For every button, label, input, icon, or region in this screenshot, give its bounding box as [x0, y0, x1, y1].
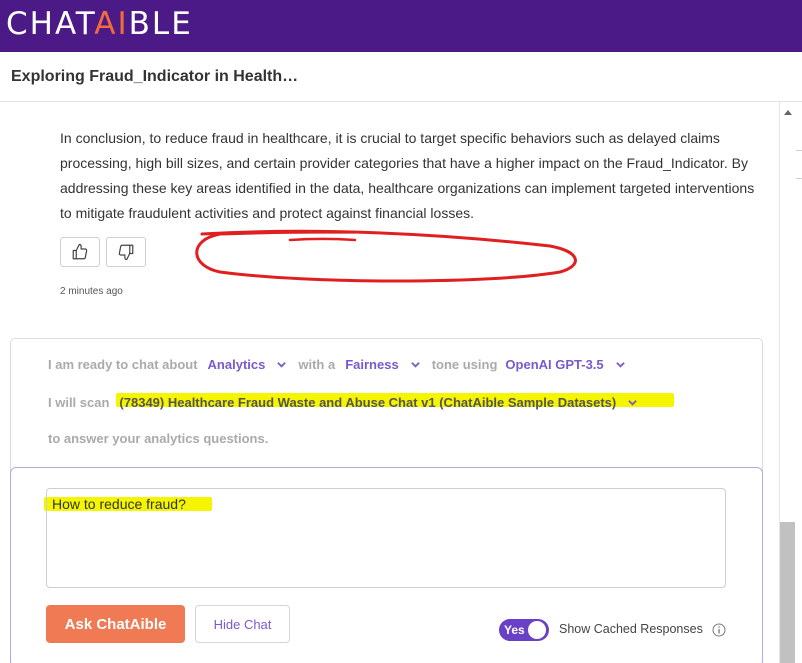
config-suffix-row: to answer your analytics questions. [48, 431, 268, 446]
toggle-label: Yes [504, 623, 525, 637]
feedback-buttons [60, 237, 146, 267]
chevron-down-icon[interactable] [615, 360, 625, 369]
config-suffix-text: to answer your analytics questions. [48, 431, 269, 446]
top-bar: CHATAIBLE [0, 0, 802, 52]
model-select[interactable]: OpenAI GPT-3.5 [505, 357, 603, 372]
thumbs-down-icon [118, 244, 134, 261]
scrollbar[interactable] [779, 102, 802, 663]
chevron-down-icon[interactable] [277, 360, 287, 369]
info-icon[interactable] [712, 623, 726, 637]
scrollbar-thumb[interactable] [780, 522, 795, 663]
red-annotation-scribble [195, 229, 577, 283]
hide-chat-button[interactable]: Hide Chat [195, 605, 290, 643]
config-scan-text: I will scan [48, 395, 110, 410]
conversation-header: Exploring Fraud_Indicator in Health… [0, 52, 802, 102]
conversation-title: Exploring Fraud_Indicator in Health… [11, 68, 299, 85]
scroll-up-arrow-icon[interactable] [784, 110, 792, 115]
dataset-select[interactable]: (78349) Healthcare Fraud Waste and Abuse… [119, 395, 616, 410]
chevron-down-icon[interactable] [628, 398, 637, 407]
question-input[interactable] [46, 488, 726, 588]
thumbs-up-icon [72, 243, 88, 260]
cached-responses-toggle[interactable]: Yes [499, 619, 549, 641]
assistant-message: In conclusion, to reduce fraud in health… [60, 130, 755, 221]
tone-select[interactable]: Fairness [345, 357, 398, 372]
logo-text: CHATAIBLE [6, 6, 193, 42]
divider [796, 150, 802, 151]
message-timestamp: 2 minutes ago [60, 286, 123, 297]
chevron-down-icon[interactable] [410, 360, 420, 369]
config-tone-suffix: tone using [431, 357, 498, 372]
divider [796, 178, 802, 179]
thumbs-up-button[interactable] [60, 237, 100, 267]
config-mid-text: with a [298, 357, 336, 372]
config-dataset-row: I will scan (78349) Healthcare Fraud Was… [48, 395, 649, 410]
chataible-logo[interactable]: CHATAIBLE [6, 7, 193, 41]
ask-chataible-button[interactable]: Ask ChatAible [46, 605, 185, 643]
topic-select[interactable]: Analytics [208, 357, 266, 372]
toggle-knob [528, 621, 546, 639]
config-topic-row: I am ready to chat about Analytics with … [48, 357, 637, 372]
config-prefix-text: I am ready to chat about [48, 357, 198, 372]
thumbs-down-button[interactable] [106, 237, 146, 267]
cached-responses-label: Show Cached Responses [559, 622, 703, 636]
